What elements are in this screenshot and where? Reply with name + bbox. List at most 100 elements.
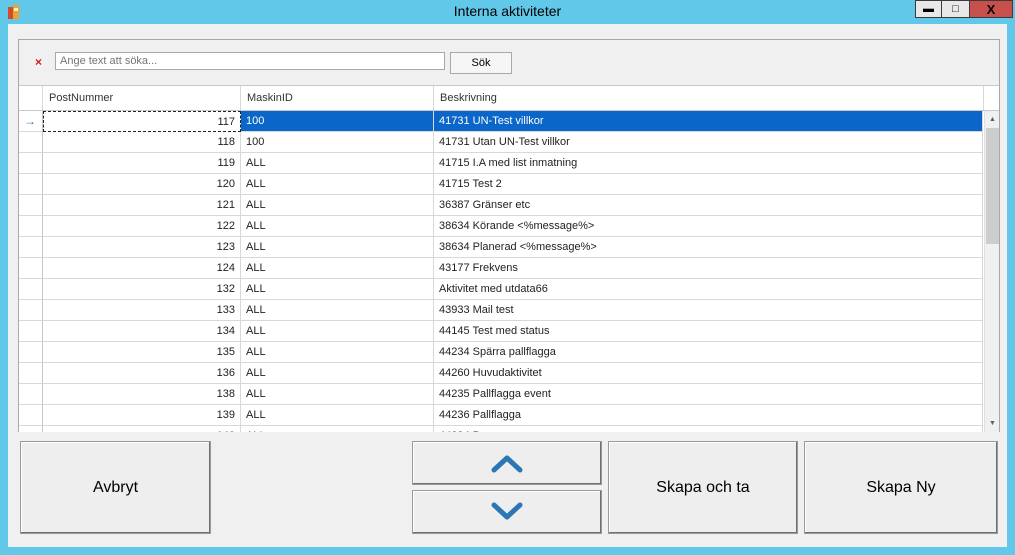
row-header[interactable] [19, 321, 43, 342]
cell-postnummer[interactable]: 117 [43, 111, 241, 132]
title-bar[interactable]: Interna aktiviteter ▬ □ X [0, 0, 1015, 24]
data-grid[interactable]: PostNummer MaskinID Beskrivning → 117 100 4… [19, 85, 999, 432]
cell-beskrivning[interactable]: 41715 I.A med list inmatning [434, 153, 983, 174]
cell-postnummer[interactable]: 140 [43, 426, 241, 432]
cell-maskinid[interactable]: 100 [241, 132, 434, 153]
cell-maskinid[interactable]: ALL [241, 174, 434, 195]
cell-beskrivning[interactable]: 41715 Test 2 [434, 174, 983, 195]
row-header[interactable] [19, 363, 43, 384]
table-row[interactable]: 136 ALL 44260 Huvudaktivitet [19, 363, 983, 384]
cell-postnummer[interactable]: 119 [43, 153, 241, 174]
cell-maskinid[interactable]: ALL [241, 279, 434, 300]
search-input[interactable] [55, 52, 445, 70]
cell-postnummer[interactable]: 133 [43, 300, 241, 321]
cancel-button[interactable]: Avbryt [20, 441, 211, 534]
table-row[interactable]: → 117 100 41731 UN-Test villkor [19, 111, 983, 132]
cell-postnummer[interactable]: 139 [43, 405, 241, 426]
row-header[interactable] [19, 279, 43, 300]
cell-maskinid[interactable]: ALL [241, 363, 434, 384]
cell-maskinid[interactable]: ALL [241, 195, 434, 216]
row-header[interactable] [19, 258, 43, 279]
cell-beskrivning[interactable]: 44145 Test med status [434, 321, 983, 342]
scrollbar-thumb[interactable] [986, 128, 999, 244]
cell-postnummer[interactable]: 135 [43, 342, 241, 363]
table-row[interactable]: 140ALL44284 Pa... [19, 426, 983, 432]
row-header[interactable] [19, 237, 43, 258]
row-header[interactable] [19, 300, 43, 321]
minimize-button[interactable]: ▬ [915, 0, 942, 18]
cell-beskrivning[interactable]: 44236 Pallflagga [434, 405, 983, 426]
cell-beskrivning[interactable]: 36387 Gränser etc [434, 195, 983, 216]
cell-maskinid[interactable]: ALL [241, 300, 434, 321]
row-header[interactable] [19, 384, 43, 405]
row-header[interactable] [19, 405, 43, 426]
cell-postnummer[interactable]: 120 [43, 174, 241, 195]
cell-postnummer[interactable]: 121 [43, 195, 241, 216]
cell-postnummer[interactable]: 123 [43, 237, 241, 258]
table-row[interactable]: 132 ALL Aktivitet med utdata66 [19, 279, 983, 300]
cell-maskinid[interactable]: ALL [241, 342, 434, 363]
cell-maskinid[interactable]: ALL [241, 153, 434, 174]
cell-beskrivning[interactable]: 43933 Mail test [434, 300, 983, 321]
maximize-button[interactable]: □ [941, 0, 970, 18]
cell-maskinid[interactable]: ALL [241, 321, 434, 342]
cell-beskrivning[interactable]: 41731 UN-Test villkor [434, 111, 983, 132]
cell-maskinid[interactable]: ALL [241, 405, 434, 426]
cell-maskinid[interactable]: 100 [241, 111, 434, 132]
vertical-scrollbar[interactable]: ▲ ▼ [984, 111, 999, 432]
cell-beskrivning[interactable]: 43177 Frekvens [434, 258, 983, 279]
table-row[interactable]: 139 ALL 44236 Pallflagga [19, 405, 983, 426]
column-header-beskrivning[interactable]: Beskrivning [434, 86, 984, 110]
cell-postnummer[interactable]: 132 [43, 279, 241, 300]
cell-postnummer[interactable]: 138 [43, 384, 241, 405]
row-header[interactable] [19, 195, 43, 216]
close-button[interactable]: X [969, 0, 1013, 18]
table-row[interactable]: 122 ALL 38634 Körande <%message%> [19, 216, 983, 237]
cell-postnummer[interactable]: 134 [43, 321, 241, 342]
cell-postnummer[interactable]: 124 [43, 258, 241, 279]
search-button[interactable]: Sök [450, 52, 512, 74]
clear-search-icon[interactable]: × [35, 55, 42, 69]
table-row[interactable]: 138 ALL 44235 Pallflagga event [19, 384, 983, 405]
scroll-up-icon[interactable]: ▲ [985, 111, 999, 128]
table-row[interactable]: 118 100 41731 Utan UN-Test villkor [19, 132, 983, 153]
table-row[interactable]: 121 ALL 36387 Gränser etc [19, 195, 983, 216]
move-up-button[interactable] [412, 441, 602, 485]
table-row[interactable]: 124 ALL 43177 Frekvens [19, 258, 983, 279]
scroll-down-icon[interactable]: ▼ [985, 415, 999, 432]
row-header[interactable] [19, 342, 43, 363]
cell-maskinid[interactable]: ALL [241, 426, 434, 432]
create-new-button[interactable]: Skapa Ny [804, 441, 998, 534]
cell-beskrivning[interactable]: 38634 Planerad <%message%> [434, 237, 983, 258]
cell-beskrivning[interactable]: 44235 Pallflagga event [434, 384, 983, 405]
column-header-maskinid[interactable]: MaskinID [241, 86, 434, 110]
table-row[interactable]: 123 ALL 38634 Planerad <%message%> [19, 237, 983, 258]
table-row[interactable]: 133 ALL 43933 Mail test [19, 300, 983, 321]
row-header[interactable] [19, 216, 43, 237]
table-row[interactable]: 134 ALL 44145 Test med status [19, 321, 983, 342]
table-row[interactable]: 120 ALL 41715 Test 2 [19, 174, 983, 195]
row-header[interactable] [19, 153, 43, 174]
cell-maskinid[interactable]: ALL [241, 384, 434, 405]
cell-postnummer[interactable]: 136 [43, 363, 241, 384]
cell-maskinid[interactable]: ALL [241, 237, 434, 258]
create-and-take-button[interactable]: Skapa och ta [608, 441, 798, 534]
row-header[interactable] [19, 174, 43, 195]
table-row[interactable]: 119 ALL 41715 I.A med list inmatning [19, 153, 983, 174]
cell-maskinid[interactable]: ALL [241, 216, 434, 237]
cell-maskinid[interactable]: ALL [241, 258, 434, 279]
cell-beskrivning[interactable]: 41731 Utan UN-Test villkor [434, 132, 983, 153]
cell-beskrivning[interactable]: 44260 Huvudaktivitet [434, 363, 983, 384]
row-header[interactable] [19, 426, 43, 432]
cell-beskrivning[interactable]: 44234 Spärra pallflagga [434, 342, 983, 363]
cell-postnummer[interactable]: 118 [43, 132, 241, 153]
cell-beskrivning[interactable]: 44284 Pa... [434, 426, 983, 432]
cell-postnummer[interactable]: 122 [43, 216, 241, 237]
cell-beskrivning[interactable]: 38634 Körande <%message%> [434, 216, 983, 237]
move-down-button[interactable] [412, 490, 602, 534]
cell-beskrivning[interactable]: Aktivitet med utdata66 [434, 279, 983, 300]
row-header[interactable] [19, 132, 43, 153]
column-header-postnummer[interactable]: PostNummer [43, 86, 241, 110]
row-header[interactable]: → [19, 111, 43, 132]
table-row[interactable]: 135 ALL 44234 Spärra pallflagga [19, 342, 983, 363]
